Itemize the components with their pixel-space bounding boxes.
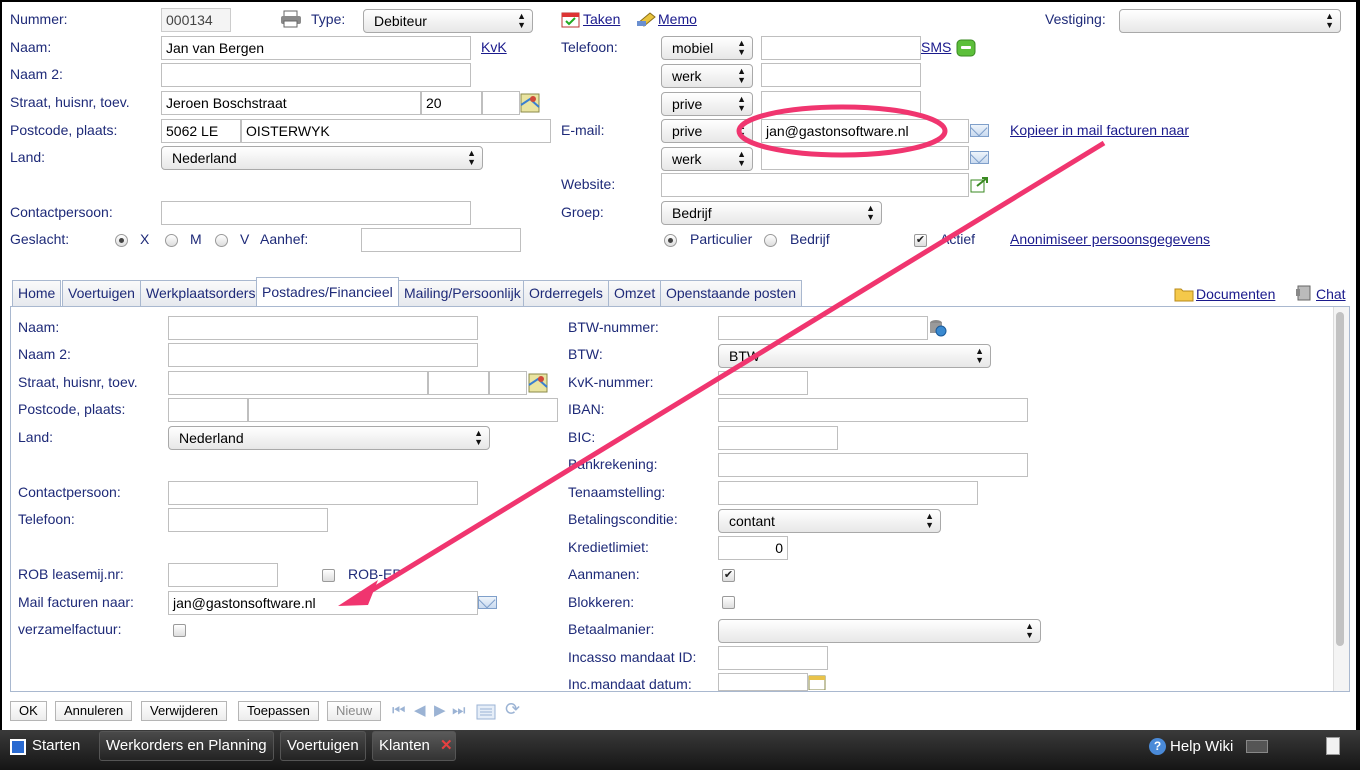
customer-window: Nummer: 000134 Type: Debiteur ▲ ▼ Taken Me…: [2, 2, 1356, 730]
start-button[interactable]: Starten: [4, 735, 92, 759]
annotation-overlay: [338, 104, 1106, 606]
annotation-arrow-head: [338, 580, 378, 606]
document-icon[interactable]: [1326, 737, 1340, 755]
help-wiki-link[interactable]: Help Wiki: [1170, 738, 1233, 755]
help-icon[interactable]: ?: [1149, 738, 1166, 755]
annotation-arrow-line: [362, 140, 1106, 598]
close-icon[interactable]: ✕: [440, 737, 453, 754]
annotation-highlight-ellipse: [736, 104, 948, 158]
taskbar-klanten-label: Klanten: [379, 737, 430, 754]
start-icon: [10, 739, 26, 755]
keyboard-icon[interactable]: [1246, 740, 1268, 753]
start-label: Starten: [32, 737, 81, 754]
taskbar-voertuigen[interactable]: Voertuigen: [280, 731, 366, 761]
taskbar-klanten[interactable]: Klanten ✕: [372, 731, 456, 761]
taskbar-werkorders[interactable]: Werkorders en Planning: [99, 731, 274, 761]
